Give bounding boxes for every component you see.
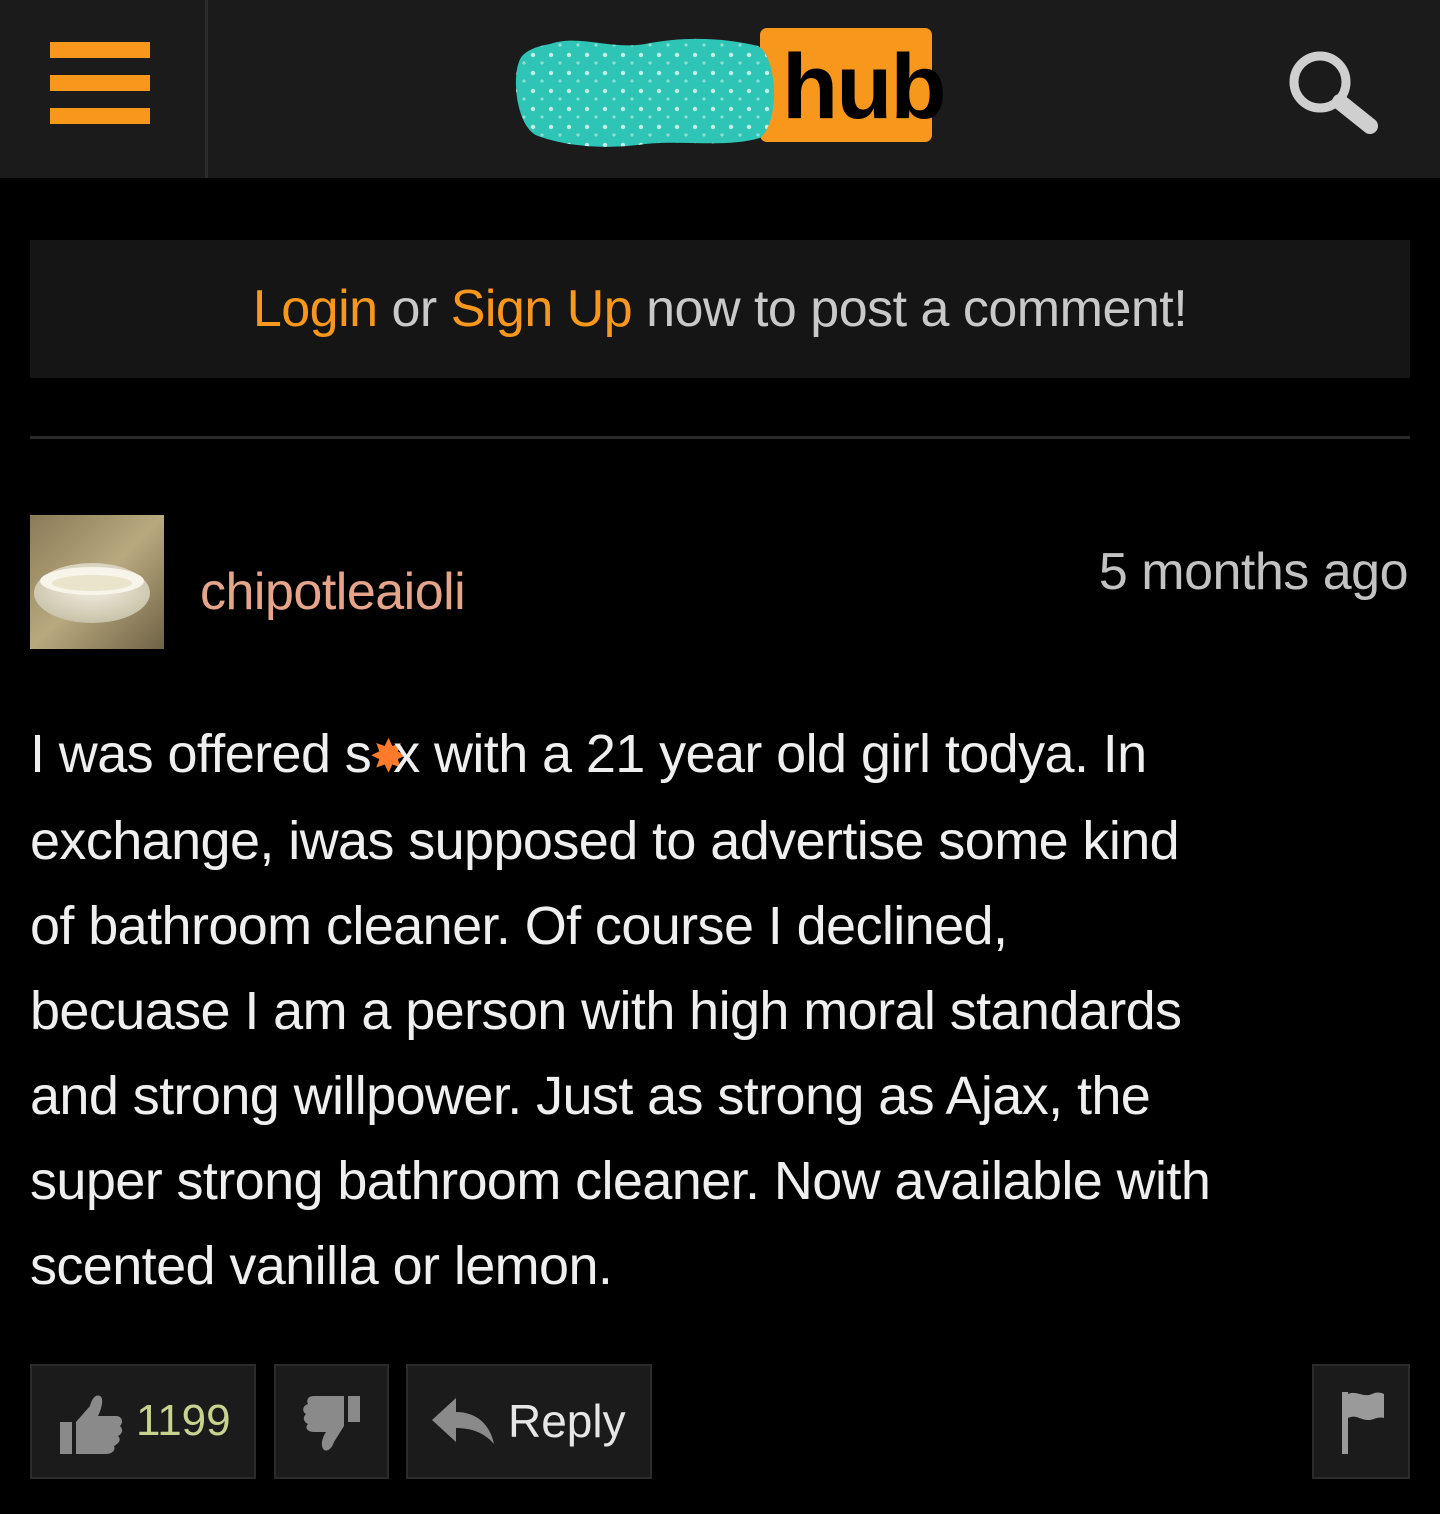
comment-username[interactable]: chipotleaioli (200, 562, 466, 622)
dislike-button[interactable] (274, 1364, 389, 1479)
search-button[interactable] (1282, 48, 1392, 138)
search-icon (1289, 51, 1378, 134)
top-header: hub (0, 0, 1440, 178)
reply-label: Reply (508, 1395, 626, 1447)
censor-star-icon: ✸ (369, 730, 408, 782)
comment-line: exchange, iwas supposed to advertise som… (30, 811, 1180, 871)
comment-line: of bathroom cleaner. Of course I decline… (30, 896, 1008, 956)
flag-button[interactable] (1312, 1364, 1410, 1479)
login-link[interactable]: Login (253, 280, 378, 338)
comment-line: I was offered s✸x with a 21 year old gir… (30, 712, 1420, 799)
site-logo[interactable]: hub (510, 24, 947, 154)
comment-line: becuase I am a person with high moral st… (30, 981, 1182, 1041)
divider (30, 436, 1410, 439)
comment-timestamp: 5 months ago (1098, 543, 1409, 601)
thumbs-down-icon (303, 1396, 360, 1451)
login-banner: Login or Sign Up now to post a comment! (30, 240, 1410, 378)
redaction-blob (515, 38, 775, 147)
comment-body: I was offered s✸x with a 21 year old gir… (30, 712, 1420, 1309)
like-count: 1199 (136, 1396, 231, 1445)
login-banner-text: now to post a comment! (632, 280, 1188, 338)
menu-button[interactable] (0, 0, 208, 178)
logo-hub-text: hub (782, 36, 947, 138)
avatar[interactable] (30, 515, 164, 649)
reply-button[interactable]: Reply (406, 1364, 652, 1479)
comment-line: and strong willpower. Just as strong as … (30, 1066, 1151, 1126)
signup-link[interactable]: Sign Up (451, 280, 633, 338)
comment-line: scented vanilla or lemon. (30, 1236, 613, 1296)
flag-icon (1342, 1392, 1384, 1454)
login-or-text: or (377, 280, 451, 338)
reply-arrow-icon (432, 1398, 494, 1444)
thumbs-up-icon (60, 1395, 123, 1454)
like-button[interactable]: 1199 (30, 1364, 256, 1479)
comment-line: super strong bathroom cleaner. Now avail… (30, 1151, 1211, 1211)
